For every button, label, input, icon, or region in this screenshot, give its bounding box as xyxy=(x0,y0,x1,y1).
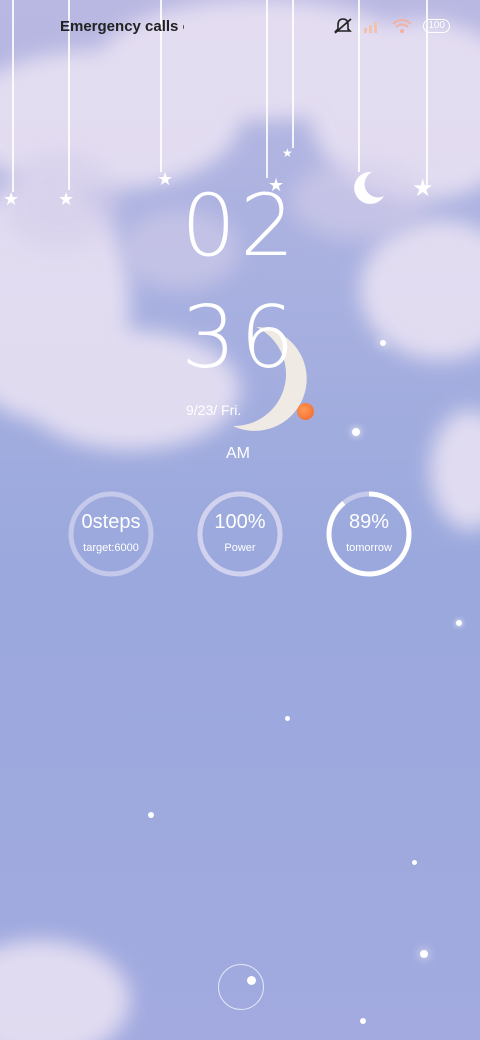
emergency-calls-text: Emergency calls only xyxy=(60,18,184,35)
star-icon: ★ xyxy=(3,189,20,209)
sparkle xyxy=(360,1018,366,1024)
weather-label: tomorrow xyxy=(346,542,392,554)
am-pm-text: AM xyxy=(226,445,250,462)
status-bar: Emergency calls only 100 xyxy=(0,0,480,56)
weather-widget[interactable]: 89% tomorrow xyxy=(325,490,413,578)
sparkle xyxy=(380,340,386,346)
unlock-button[interactable] xyxy=(218,964,264,1010)
crescent-moon-icon xyxy=(354,171,384,204)
sparkle xyxy=(148,812,154,818)
weather-value: 89% xyxy=(348,511,390,533)
star-icon: ★ xyxy=(412,175,434,202)
sparkle xyxy=(456,620,462,626)
power-widget[interactable]: 100% Power xyxy=(196,490,284,578)
steps-target-label: target:6000 xyxy=(83,542,139,554)
weather-sun-icon xyxy=(297,403,314,420)
battery-icon: 100 xyxy=(423,19,450,33)
signal-icon xyxy=(364,22,378,33)
wifi-icon xyxy=(392,19,412,33)
clock-hour: 02 xyxy=(181,176,299,276)
date-text: 9/23/ Fri. xyxy=(186,402,242,418)
power-value: 100% xyxy=(214,511,266,533)
power-ring xyxy=(197,491,283,577)
sparkle xyxy=(420,950,428,958)
steps-value: 0steps xyxy=(81,511,141,533)
unlock-dot xyxy=(247,976,256,985)
sparkle xyxy=(412,860,417,865)
star-icon: ★ xyxy=(282,146,293,160)
sparkle xyxy=(352,428,360,436)
steps-ring xyxy=(68,491,154,577)
power-label: Power xyxy=(224,542,256,554)
sparkle xyxy=(285,716,290,721)
status-icons: 100 xyxy=(333,17,450,35)
star-icon: ★ xyxy=(58,189,75,209)
clock-minute: 36 xyxy=(181,288,299,388)
bell-muted-icon xyxy=(334,18,353,34)
steps-widget[interactable]: 0steps target:6000 xyxy=(67,490,155,578)
weather-ring xyxy=(326,491,412,577)
